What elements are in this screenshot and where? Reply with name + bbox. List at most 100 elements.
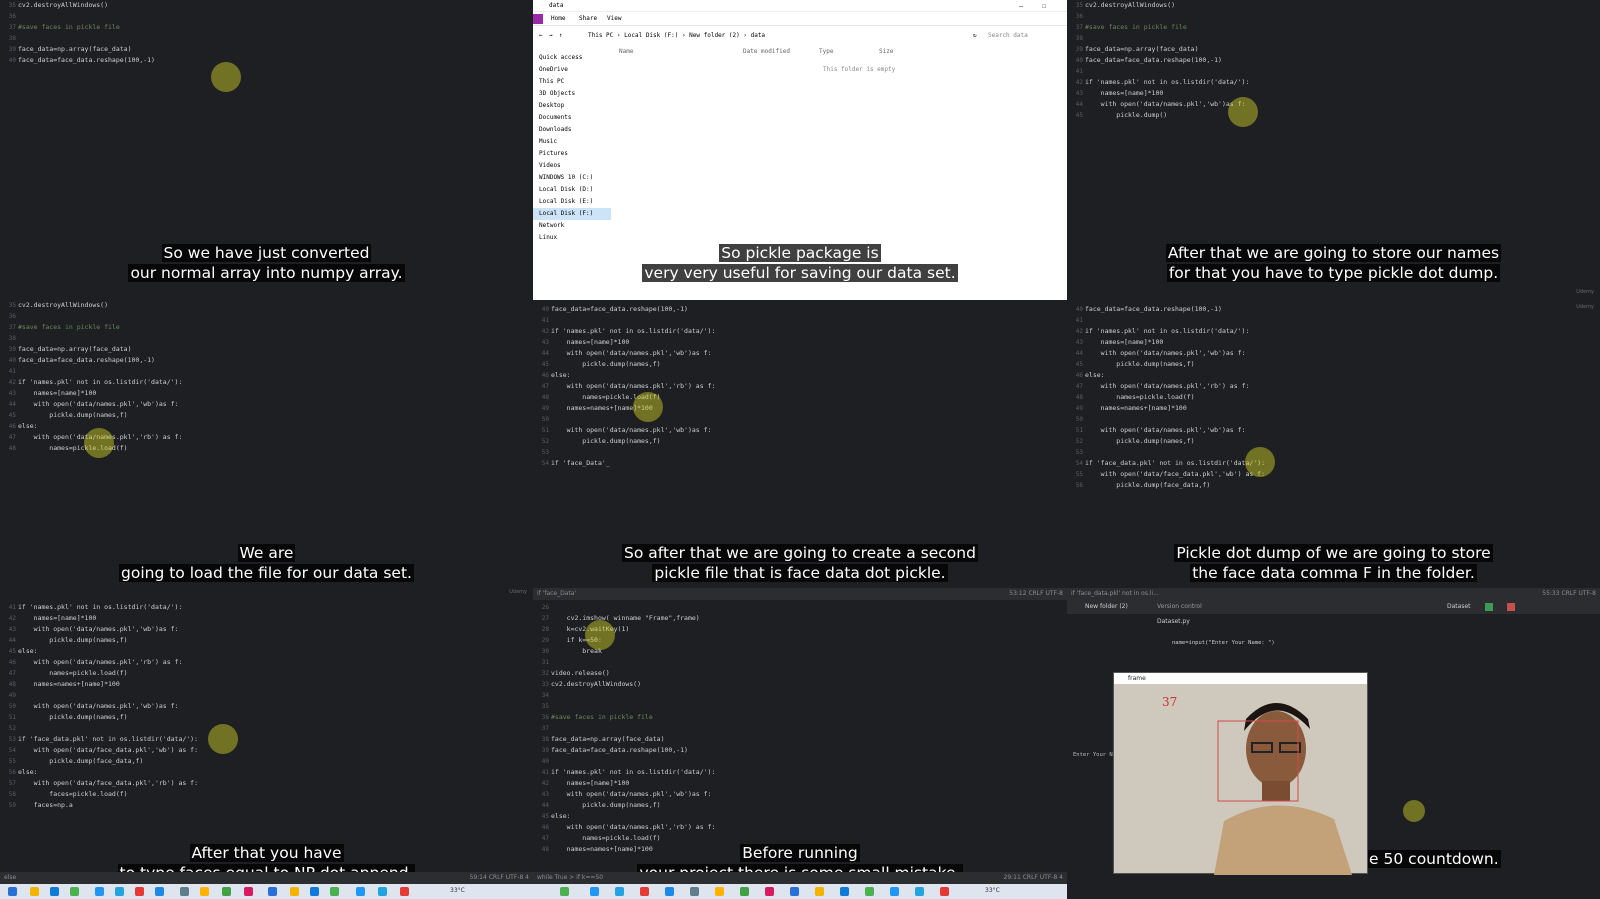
line-number: 44 <box>541 350 549 357</box>
taskbar-app-icon[interactable] <box>330 887 339 896</box>
file-tab[interactable]: Dataset.py <box>1157 618 1190 625</box>
taskbar-app-icon[interactable] <box>244 887 253 896</box>
taskbar-app-icon[interactable] <box>640 887 649 896</box>
taskbar-app-icon[interactable] <box>378 887 387 896</box>
code-editor[interactable]: 40 face_data=face_data.reshape(100,-1) 41 4… <box>533 300 1067 600</box>
column-name[interactable]: Name <box>619 46 633 58</box>
code-text: with open('data/names.pkl','rb') as f: <box>551 382 716 390</box>
column-date-modified[interactable]: Date modified <box>743 46 790 58</box>
sidebar-item[interactable]: Local Disk (D:) <box>539 184 593 196</box>
taskbar-app-icon[interactable] <box>95 887 104 896</box>
line-number: 42 <box>541 780 549 787</box>
editor-tile-7: 41 if 'names.pkl' not in os.listdir('data… <box>0 600 533 884</box>
taskbar-app-icon[interactable] <box>30 887 39 896</box>
taskbar-app-icon[interactable] <box>222 887 231 896</box>
taskbar-app-icon[interactable] <box>715 887 724 896</box>
taskbar-app-icon[interactable] <box>115 887 124 896</box>
minimize-icon[interactable]: — <box>1019 0 1023 12</box>
stop-icon[interactable] <box>1507 603 1515 611</box>
taskbar-app-icon[interactable] <box>940 887 949 896</box>
taskbar-app-icon[interactable] <box>865 887 874 896</box>
sidebar-item[interactable]: Local Disk (F:) <box>533 208 611 220</box>
taskbar-app-icon[interactable] <box>840 887 849 896</box>
sidebar-item[interactable]: Documents <box>539 112 572 124</box>
taskbar-app-icon[interactable] <box>890 887 899 896</box>
code-editor[interactable]: 41 if 'names.pkl' not in os.listdir('data… <box>0 600 533 884</box>
tab-share[interactable]: Share <box>579 12 597 26</box>
tab-home[interactable]: Home <box>551 12 565 26</box>
project-name[interactable]: New folder (2) <box>1085 600 1128 614</box>
taskbar-app-icon[interactable] <box>915 887 924 896</box>
line-number: 39 <box>1075 46 1083 53</box>
forward-icon[interactable]: → <box>549 28 553 44</box>
sidebar-item[interactable]: Downloads <box>539 124 572 136</box>
column-type[interactable]: Type <box>819 46 833 58</box>
vcs-menu[interactable]: Version control <box>1157 600 1202 614</box>
ribbon: Home Share View <box>533 12 1067 26</box>
code-text: cv2.destroyAllWindows() <box>551 680 642 688</box>
maximize-icon[interactable]: ☐ <box>1042 0 1046 12</box>
taskbar-app-icon[interactable] <box>155 887 164 896</box>
line-number: 46 <box>541 372 549 379</box>
sidebar-item[interactable]: Linux <box>539 232 557 244</box>
sidebar-item[interactable]: Network <box>539 220 564 232</box>
line-number: 50 <box>541 416 549 423</box>
refresh-icon[interactable]: ↻ <box>973 28 977 44</box>
taskbar-app-icon[interactable] <box>690 887 699 896</box>
sidebar-item[interactable]: OneDrive <box>539 64 568 76</box>
taskbar-app-icon[interactable] <box>310 887 319 896</box>
taskbar-app-icon[interactable] <box>50 887 59 896</box>
taskbar-app-icon[interactable] <box>665 887 674 896</box>
taskbar-app-icon[interactable] <box>560 887 569 896</box>
column-size[interactable]: Size <box>879 46 893 58</box>
code-editor[interactable]: 35 cv2.destroyAllWindows() 36 37 #save faces… <box>0 0 533 300</box>
file-menu-button[interactable] <box>533 14 543 24</box>
run-config[interactable]: Dataset <box>1447 600 1471 614</box>
up-icon[interactable]: ↑ <box>559 28 563 44</box>
taskbar-app-icon[interactable] <box>70 887 79 896</box>
sidebar-item[interactable]: Desktop <box>539 100 564 112</box>
sidebar-item[interactable]: Quick access <box>539 52 582 64</box>
taskbar-app-icon[interactable] <box>180 887 189 896</box>
cursor-highlight <box>84 428 114 458</box>
line-number: 44 <box>8 637 16 644</box>
search-input[interactable]: Search data <box>988 28 1028 44</box>
person-figure <box>1214 703 1352 875</box>
taskbar-app-icon[interactable] <box>356 887 365 896</box>
code-editor[interactable]: 35 cv2.destroyAllWindows() 36 37 #save faces… <box>1067 0 1600 300</box>
line-number: 44 <box>8 401 16 408</box>
taskbar-app-icon[interactable] <box>815 887 824 896</box>
taskbar-app-icon[interactable] <box>615 887 624 896</box>
code-text: names=names+[name]*100 <box>1085 404 1187 412</box>
taskbar-app-icon[interactable] <box>200 887 209 896</box>
run-icon[interactable] <box>1485 603 1493 611</box>
sidebar-item[interactable]: Pictures <box>539 148 568 160</box>
taskbar-app-icon[interactable] <box>135 887 144 896</box>
taskbar-app-icon[interactable] <box>400 887 409 896</box>
taskbar-app-icon[interactable] <box>8 887 17 896</box>
line-number: 41 <box>1075 68 1083 75</box>
webcam-window[interactable]: frame 37 <box>1113 672 1368 875</box>
code-text: if 'names.pkl' not in os.listdir('data/'… <box>18 603 183 611</box>
code-editor[interactable]: 40 face_data=face_data.reshape(100,-1) 41 4… <box>1067 300 1600 600</box>
code-editor[interactable]: 26 27 cv2.imshow( winname "Frame",frame) 2… <box>533 600 1067 884</box>
taskbar-app-icon[interactable] <box>268 887 277 896</box>
tab-view[interactable]: View <box>607 12 621 26</box>
code-editor[interactable]: 35 cv2.destroyAllWindows() 36 37 #save faces… <box>0 300 533 600</box>
back-icon[interactable]: ← <box>539 28 543 44</box>
sidebar-item[interactable]: Music <box>539 136 557 148</box>
code-text: with open('data/names.pkl','wb')as f: <box>18 625 179 633</box>
line-number: 40 <box>8 57 16 64</box>
taskbar-app-icon[interactable] <box>290 887 299 896</box>
sidebar-item[interactable]: This PC <box>539 76 564 88</box>
taskbar-app-icon[interactable] <box>765 887 774 896</box>
taskbar-app-icon[interactable] <box>740 887 749 896</box>
taskbar-app-icon[interactable] <box>590 887 599 896</box>
address-bar[interactable]: ← → ↑ This PC › Local Disk (F:) › New fo… <box>533 28 1067 44</box>
sidebar-item[interactable]: Videos <box>539 160 561 172</box>
line-number: 44 <box>1075 350 1083 357</box>
sidebar-item[interactable]: WINDOWS 10 (C:) <box>539 172 593 184</box>
sidebar-item[interactable]: 3D Objects <box>539 88 575 100</box>
sidebar-item[interactable]: Local Disk (E:) <box>539 196 593 208</box>
taskbar-app-icon[interactable] <box>790 887 799 896</box>
